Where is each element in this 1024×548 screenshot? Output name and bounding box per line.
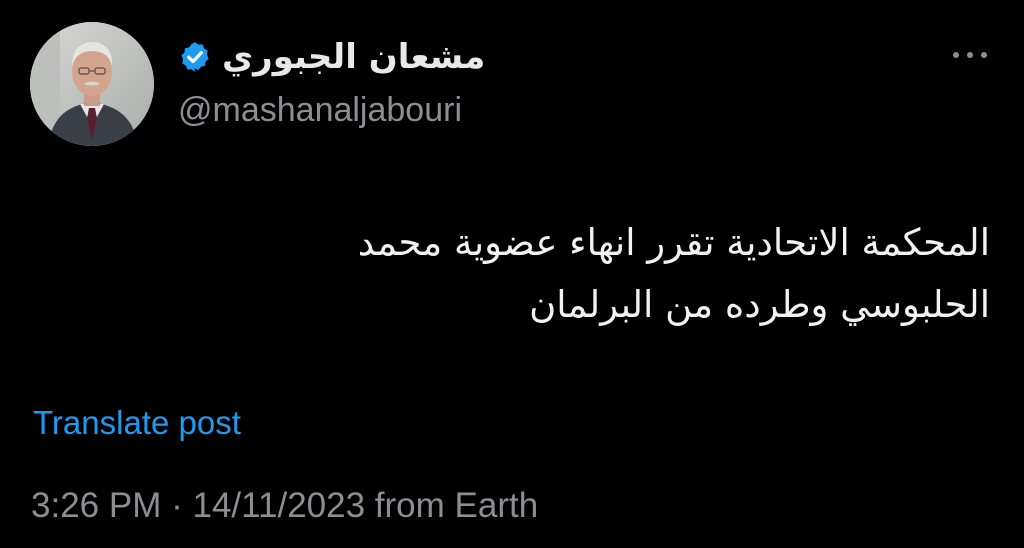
post-source: from Earth xyxy=(374,486,539,525)
more-options-button[interactable] xyxy=(948,44,992,66)
post-meta: 3:26 PM · 14/11/2023 from Earth xyxy=(31,486,538,526)
post-text: المحكمة الاتحادية تقرر انهاء عضوية محمد … xyxy=(357,221,990,326)
meta-separator: · xyxy=(171,486,183,525)
author-name-row[interactable]: مشعان الجبوري xyxy=(178,30,598,84)
verified-badge-icon xyxy=(178,40,212,74)
post-card: مشعان الجبوري @mashanaljabouri المحكمة ا… xyxy=(0,0,1024,548)
translate-post-link[interactable]: Translate post xyxy=(33,404,241,442)
post-date[interactable]: 14/11/2023 xyxy=(192,486,365,525)
author-display-name: مشعان الجبوري xyxy=(222,37,486,77)
avatar[interactable] xyxy=(30,22,154,146)
more-horizontal-icon xyxy=(950,50,990,60)
author-handle[interactable]: @mashanaljabouri xyxy=(178,90,598,131)
post-time[interactable]: 3:26 PM xyxy=(31,486,161,525)
author-identity: مشعان الجبوري @mashanaljabouri xyxy=(178,30,598,131)
